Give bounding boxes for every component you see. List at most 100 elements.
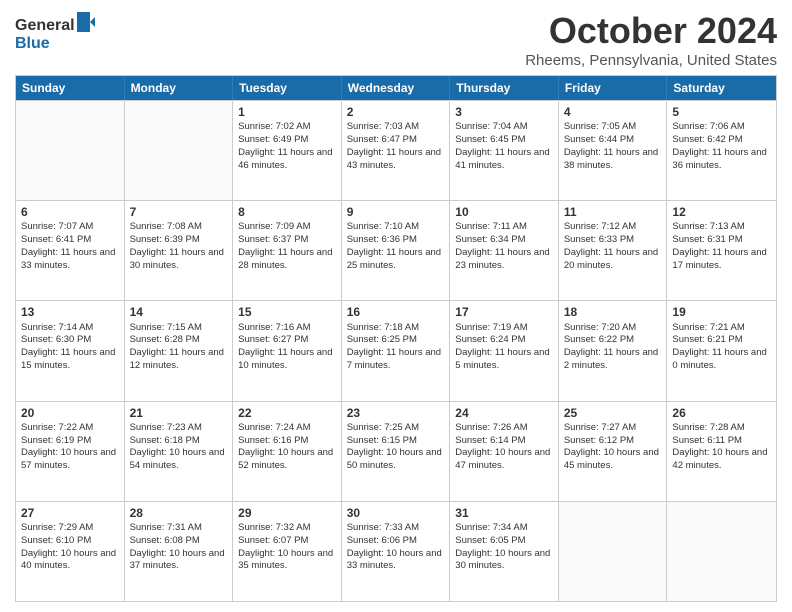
week-row-2: 6Sunrise: 7:07 AM Sunset: 6:41 PM Daylig… [16,200,776,300]
day-cell-19: 19Sunrise: 7:21 AM Sunset: 6:21 PM Dayli… [667,301,776,400]
cell-info: Sunrise: 7:12 AM Sunset: 6:33 PM Dayligh… [564,221,662,272]
calendar: SundayMondayTuesdayWednesdayThursdayFrid… [15,75,777,602]
day-cell-9: 9Sunrise: 7:10 AM Sunset: 6:36 PM Daylig… [342,201,451,300]
cell-info: Sunrise: 7:10 AM Sunset: 6:36 PM Dayligh… [347,221,445,272]
weekday-header-saturday: Saturday [667,76,776,100]
day-cell-12: 12Sunrise: 7:13 AM Sunset: 6:31 PM Dayli… [667,201,776,300]
logo: General Blue [15,10,95,60]
day-number: 29 [238,505,336,521]
cell-info: Sunrise: 7:11 AM Sunset: 6:34 PM Dayligh… [455,221,553,272]
day-number: 28 [130,505,228,521]
day-cell-21: 21Sunrise: 7:23 AM Sunset: 6:18 PM Dayli… [125,402,234,501]
day-cell-25: 25Sunrise: 7:27 AM Sunset: 6:12 PM Dayli… [559,402,668,501]
svg-text:General: General [15,17,75,34]
day-number: 10 [455,204,553,220]
header: General Blue October 2024 Rheems, Pennsy… [15,10,777,69]
day-number: 21 [130,405,228,421]
day-number: 31 [455,505,553,521]
cell-info: Sunrise: 7:13 AM Sunset: 6:31 PM Dayligh… [672,221,771,272]
location: Rheems, Pennsylvania, United States [525,52,777,69]
svg-text:Blue: Blue [15,35,50,52]
day-cell-29: 29Sunrise: 7:32 AM Sunset: 6:07 PM Dayli… [233,502,342,601]
day-number: 27 [21,505,119,521]
cell-info: Sunrise: 7:08 AM Sunset: 6:39 PM Dayligh… [130,221,228,272]
logo-svg: General Blue [15,10,95,55]
day-number: 2 [347,104,445,120]
day-cell-13: 13 Sunrise: 7:14 AM Sunset: 6:30 PM Dayli… [16,301,125,400]
day-number: 5 [672,104,771,120]
cell-info: Sunrise: 7:28 AM Sunset: 6:11 PM Dayligh… [672,422,771,473]
day-number: 24 [455,405,553,421]
cell-info: Sunrise: 7:19 AM Sunset: 6:24 PM Dayligh… [455,322,553,373]
cell-info: Sunrise: 7:07 AM Sunset: 6:41 PM Dayligh… [21,221,119,272]
weekday-header-sunday: Sunday [16,76,125,100]
week-row-3: 13 Sunrise: 7:14 AM Sunset: 6:30 PM Dayli… [16,300,776,400]
day-cell-16: 16Sunrise: 7:18 AM Sunset: 6:25 PM Dayli… [342,301,451,400]
cell-info: Sunrise: 7:02 AM Sunset: 6:49 PM Dayligh… [238,121,336,172]
cell-info: Sunrise: 7:06 AM Sunset: 6:42 PM Dayligh… [672,121,771,172]
day-number: 3 [455,104,553,120]
day-cell-17: 17 Sunrise: 7:19 AM Sunset: 6:24 PM Dayli… [450,301,559,400]
day-number: 8 [238,204,336,220]
day-cell-7: 7Sunrise: 7:08 AM Sunset: 6:39 PM Daylig… [125,201,234,300]
weekday-header-wednesday: Wednesday [342,76,451,100]
day-number: 22 [238,405,336,421]
cell-info: Sunrise: 7:09 AM Sunset: 6:37 PM Dayligh… [238,221,336,272]
day-cell-27: 27Sunrise: 7:29 AM Sunset: 6:10 PM Dayli… [16,502,125,601]
empty-cell [16,101,125,200]
weekday-header-monday: Monday [125,76,234,100]
day-cell-3: 3Sunrise: 7:04 AM Sunset: 6:45 PM Daylig… [450,101,559,200]
day-cell-20: 20Sunrise: 7:22 AM Sunset: 6:19 PM Dayli… [16,402,125,501]
day-cell-28: 28Sunrise: 7:31 AM Sunset: 6:08 PM Dayli… [125,502,234,601]
day-number: 7 [130,204,228,220]
cell-info: Sunrise: 7:24 AM Sunset: 6:16 PM Dayligh… [238,422,336,473]
cell-info: Sunrise: 7:33 AM Sunset: 6:06 PM Dayligh… [347,522,445,573]
day-number: 17 [455,304,553,320]
day-cell-4: 4Sunrise: 7:05 AM Sunset: 6:44 PM Daylig… [559,101,668,200]
day-number: 11 [564,204,662,220]
day-number: 25 [564,405,662,421]
day-cell-22: 22Sunrise: 7:24 AM Sunset: 6:16 PM Dayli… [233,402,342,501]
day-cell-1: 1Sunrise: 7:02 AM Sunset: 6:49 PM Daylig… [233,101,342,200]
day-number: 15 [238,304,336,320]
cell-info: Sunrise: 7:05 AM Sunset: 6:44 PM Dayligh… [564,121,662,172]
day-cell-10: 10Sunrise: 7:11 AM Sunset: 6:34 PM Dayli… [450,201,559,300]
day-cell-2: 2Sunrise: 7:03 AM Sunset: 6:47 PM Daylig… [342,101,451,200]
cell-info: Sunrise: 7:32 AM Sunset: 6:07 PM Dayligh… [238,522,336,573]
cell-info: Sunrise: 7:03 AM Sunset: 6:47 PM Dayligh… [347,121,445,172]
cell-info: Sunrise: 7:31 AM Sunset: 6:08 PM Dayligh… [130,522,228,573]
empty-cell [559,502,668,601]
day-cell-5: 5Sunrise: 7:06 AM Sunset: 6:42 PM Daylig… [667,101,776,200]
day-number: 12 [672,204,771,220]
weekday-header-thursday: Thursday [450,76,559,100]
cell-info: Sunrise: 7:25 AM Sunset: 6:15 PM Dayligh… [347,422,445,473]
day-number: 13 [21,304,119,320]
day-cell-30: 30Sunrise: 7:33 AM Sunset: 6:06 PM Dayli… [342,502,451,601]
week-row-4: 20Sunrise: 7:22 AM Sunset: 6:19 PM Dayli… [16,401,776,501]
empty-cell [667,502,776,601]
day-cell-26: 26Sunrise: 7:28 AM Sunset: 6:11 PM Dayli… [667,402,776,501]
day-number: 14 [130,304,228,320]
cell-info: Sunrise: 7:22 AM Sunset: 6:19 PM Dayligh… [21,422,119,473]
day-cell-31: 31Sunrise: 7:34 AM Sunset: 6:05 PM Dayli… [450,502,559,601]
cell-info: Sunrise: 7:14 AM Sunset: 6:30 PM Dayligh… [21,322,119,373]
day-cell-18: 18 Sunrise: 7:20 AM Sunset: 6:22 PM Dayli… [559,301,668,400]
day-cell-11: 11Sunrise: 7:12 AM Sunset: 6:33 PM Dayli… [559,201,668,300]
day-number: 20 [21,405,119,421]
day-cell-8: 8Sunrise: 7:09 AM Sunset: 6:37 PM Daylig… [233,201,342,300]
weekday-header-friday: Friday [559,76,668,100]
cell-info: Sunrise: 7:26 AM Sunset: 6:14 PM Dayligh… [455,422,553,473]
day-cell-14: 14 Sunrise: 7:15 AM Sunset: 6:28 PM Dayli… [125,301,234,400]
week-row-1: 1Sunrise: 7:02 AM Sunset: 6:49 PM Daylig… [16,100,776,200]
cell-info: Sunrise: 7:27 AM Sunset: 6:12 PM Dayligh… [564,422,662,473]
weekday-header-tuesday: Tuesday [233,76,342,100]
day-number: 18 [564,304,662,320]
day-number: 30 [347,505,445,521]
cell-info: Sunrise: 7:23 AM Sunset: 6:18 PM Dayligh… [130,422,228,473]
cell-info: Sunrise: 7:16 AM Sunset: 6:27 PM Dayligh… [238,322,336,373]
cell-info: Sunrise: 7:20 AM Sunset: 6:22 PM Dayligh… [564,322,662,373]
cell-info: Sunrise: 7:15 AM Sunset: 6:28 PM Dayligh… [130,322,228,373]
day-number: 6 [21,204,119,220]
day-number: 23 [347,405,445,421]
day-cell-24: 24Sunrise: 7:26 AM Sunset: 6:14 PM Dayli… [450,402,559,501]
